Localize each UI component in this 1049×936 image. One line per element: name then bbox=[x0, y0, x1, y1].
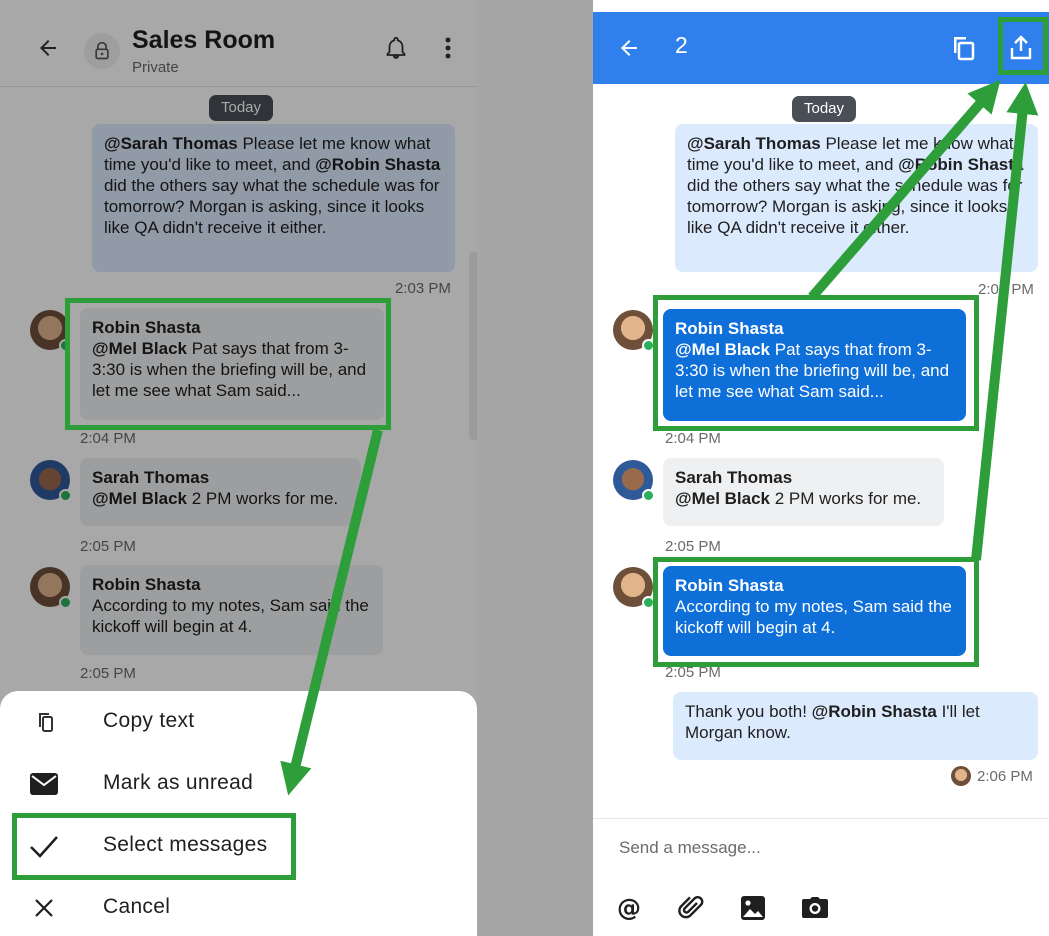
message-timestamp: 2:03 PM bbox=[978, 281, 1034, 298]
message-timestamp: 2:04 PM bbox=[665, 430, 721, 447]
date-separator: Today bbox=[792, 96, 857, 122]
message-bubble[interactable]: Thank you both! @Robin Shasta I'll let M… bbox=[673, 692, 1038, 760]
message-composer: Send a message... @ bbox=[593, 818, 1049, 936]
selected-count: 2 bbox=[675, 32, 688, 58]
online-status-dot bbox=[642, 339, 655, 352]
paperclip-icon[interactable] bbox=[675, 892, 707, 924]
back-arrow-icon[interactable] bbox=[611, 30, 647, 66]
sender-name: Robin Shasta bbox=[675, 576, 784, 595]
svg-text:@: @ bbox=[617, 895, 641, 921]
message-timestamp: 2:05 PM bbox=[665, 664, 721, 681]
read-receipt-avatar bbox=[951, 766, 971, 786]
message-bubble-selected[interactable]: Robin Shasta According to my notes, Sam … bbox=[663, 566, 966, 656]
avatar[interactable] bbox=[613, 310, 655, 352]
share-icon[interactable] bbox=[1003, 30, 1039, 66]
message-bubble[interactable]: @Sarah Thomas Please let me know what ti… bbox=[675, 124, 1038, 272]
message-input[interactable]: Send a message... bbox=[619, 838, 761, 858]
selection-header: 2 bbox=[593, 12, 1049, 84]
message-timestamp: 2:06 PM bbox=[977, 768, 1033, 785]
left-screen: Sales Room Private Today @Sarah Thomas P… bbox=[0, 0, 477, 936]
copy-icon bbox=[28, 706, 60, 738]
online-status-dot bbox=[642, 489, 655, 502]
avatar[interactable] bbox=[613, 460, 655, 502]
mention-icon[interactable]: @ bbox=[613, 892, 645, 924]
avatar[interactable] bbox=[613, 567, 655, 609]
close-icon bbox=[28, 892, 60, 924]
right-screen: 2 Today @Sarah Thomas Please let me know… bbox=[593, 0, 1049, 936]
mark-unread-item[interactable]: Mark as unread bbox=[0, 753, 477, 815]
message-timestamp: 2:05 PM bbox=[665, 538, 721, 555]
copy-text-item[interactable]: Copy text bbox=[0, 691, 477, 753]
action-sheet: Copy text Mark as unread Select messages… bbox=[0, 691, 477, 936]
camera-icon[interactable] bbox=[799, 892, 831, 924]
message-bubble-selected[interactable]: Robin Shasta @Mel Black Pat says that fr… bbox=[663, 309, 966, 421]
online-status-dot bbox=[642, 596, 655, 609]
copy-icon[interactable] bbox=[945, 30, 981, 66]
message-bubble[interactable]: Sarah Thomas @Mel Black 2 PM works for m… bbox=[663, 458, 944, 526]
sender-name: Sarah Thomas bbox=[675, 468, 793, 487]
cancel-item[interactable]: Cancel bbox=[0, 877, 477, 936]
image-icon[interactable] bbox=[737, 892, 769, 924]
envelope-icon bbox=[28, 768, 60, 800]
select-messages-item[interactable]: Select messages bbox=[0, 815, 477, 877]
sender-name: Robin Shasta bbox=[675, 319, 784, 338]
divider-gutter bbox=[477, 0, 593, 936]
checkmark-icon bbox=[28, 830, 60, 862]
